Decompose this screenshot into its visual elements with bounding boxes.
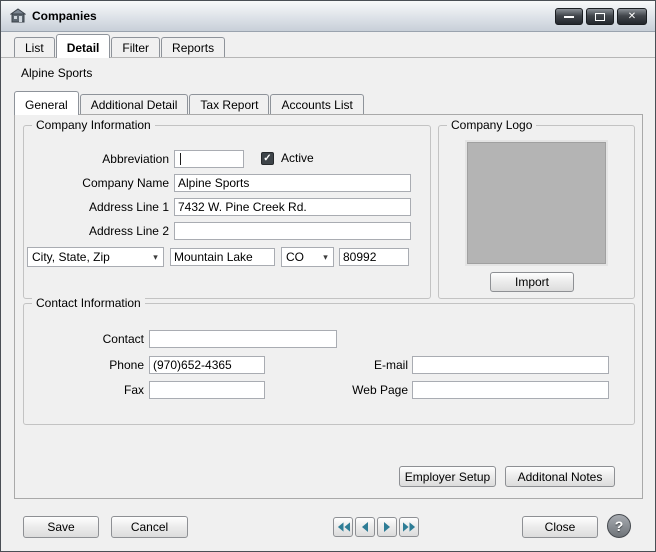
tab-general[interactable]: General [14, 91, 79, 115]
active-label: Active [281, 150, 314, 167]
company-name-input[interactable] [174, 174, 411, 192]
minimize-icon [564, 16, 574, 18]
tab-tax-report[interactable]: Tax Report [189, 94, 269, 114]
last-record-button[interactable] [399, 517, 419, 537]
web-page-input[interactable] [412, 381, 609, 399]
record-title: Alpine Sports [21, 66, 92, 80]
company-information-title: Company Information [32, 118, 155, 132]
contact-row: Contact [24, 330, 634, 350]
double-left-arrow-icon [337, 522, 350, 532]
email-input[interactable] [412, 356, 609, 374]
address-line-1-row: Address Line 1 [24, 198, 430, 218]
format-select-value: City, State, Zip [28, 250, 148, 264]
abbreviation-row: Abbreviation ✓ Active [24, 150, 430, 170]
app-icon [10, 8, 26, 24]
close-icon: ✕ [628, 12, 636, 22]
address-line-2-label: Address Line 2 [24, 222, 169, 240]
address-line-1-input[interactable] [174, 198, 411, 216]
titlebar: Companies ✕ [1, 1, 655, 32]
state-select-value: CO [282, 250, 318, 264]
previous-record-button[interactable] [355, 517, 375, 537]
chevron-down-icon: ▾ [318, 252, 333, 263]
address-line-1-label: Address Line 1 [24, 198, 169, 216]
double-right-arrow-icon [403, 522, 416, 532]
contact-information-title: Contact Information [32, 296, 145, 310]
tab-additional-detail[interactable]: Additional Detail [80, 94, 189, 114]
tab-filter[interactable]: Filter [111, 37, 160, 57]
window-title: Companies [32, 9, 97, 23]
detail-tab-strip: General Additional Detail Tax Report Acc… [14, 91, 365, 115]
tab-accounts-list[interactable]: Accounts List [270, 94, 363, 114]
save-button[interactable]: Save [23, 516, 99, 538]
company-logo-title: Company Logo [447, 118, 536, 132]
help-icon: ? [615, 518, 624, 534]
company-name-row: Company Name [24, 174, 430, 194]
city-state-zip-format-select[interactable]: City, State, Zip ▾ [27, 247, 164, 267]
city-input[interactable] [170, 248, 275, 266]
abbreviation-input[interactable] [174, 150, 244, 168]
phone-label: Phone [24, 356, 144, 374]
import-button[interactable]: Import [490, 272, 574, 292]
web-page-label: Web Page [308, 381, 408, 399]
fax-input[interactable] [149, 381, 265, 399]
maximize-button[interactable] [586, 8, 614, 25]
general-tab-page: Company Information Abbreviation ✓ Activ… [14, 114, 643, 499]
email-label: E-mail [308, 356, 408, 374]
employer-setup-button[interactable]: Employer Setup [399, 466, 496, 487]
company-logo-placeholder [467, 142, 606, 264]
additional-notes-button[interactable]: Additonal Notes [505, 466, 615, 487]
fax-label: Fax [24, 381, 144, 399]
contact-label: Contact [24, 330, 144, 348]
text-caret [180, 153, 181, 165]
zip-input[interactable] [339, 248, 409, 266]
abbreviation-label: Abbreviation [24, 150, 169, 168]
company-name-label: Company Name [24, 174, 169, 192]
companies-window: Companies ✕ List Detail Filter Reports A… [0, 0, 656, 552]
address-line-2-input[interactable] [174, 222, 411, 240]
company-logo-group: Company Logo Import [438, 125, 635, 299]
contact-input[interactable] [149, 330, 337, 348]
minimize-button[interactable] [555, 8, 583, 25]
tab-detail[interactable]: Detail [56, 34, 111, 58]
tab-reports[interactable]: Reports [161, 37, 225, 57]
fax-webpage-row: Fax Web Page [24, 381, 634, 401]
contact-information-group: Contact Information Contact Phone E-mail… [23, 303, 635, 425]
close-button[interactable]: Close [522, 516, 598, 538]
left-arrow-icon [361, 522, 369, 532]
record-navigation [333, 517, 419, 537]
window-controls: ✕ [555, 8, 647, 25]
maximize-icon [595, 13, 605, 21]
main-tab-strip: List Detail Filter Reports [14, 34, 226, 58]
city-state-zip-row: City, State, Zip ▾ CO ▾ [24, 247, 430, 267]
cancel-button[interactable]: Cancel [111, 516, 188, 538]
first-record-button[interactable] [333, 517, 353, 537]
phone-email-row: Phone E-mail [24, 356, 634, 376]
phone-input[interactable] [149, 356, 265, 374]
address-line-2-row: Address Line 2 [24, 222, 430, 242]
check-icon: ✓ [263, 154, 271, 164]
next-record-button[interactable] [377, 517, 397, 537]
state-select[interactable]: CO ▾ [281, 247, 334, 267]
active-checkbox[interactable]: ✓ [261, 152, 274, 165]
tab-list[interactable]: List [14, 37, 55, 57]
help-button[interactable]: ? [607, 514, 631, 538]
chevron-down-icon: ▾ [148, 252, 163, 263]
right-arrow-icon [383, 522, 391, 532]
close-window-button[interactable]: ✕ [617, 8, 647, 25]
company-information-group: Company Information Abbreviation ✓ Activ… [23, 125, 431, 299]
